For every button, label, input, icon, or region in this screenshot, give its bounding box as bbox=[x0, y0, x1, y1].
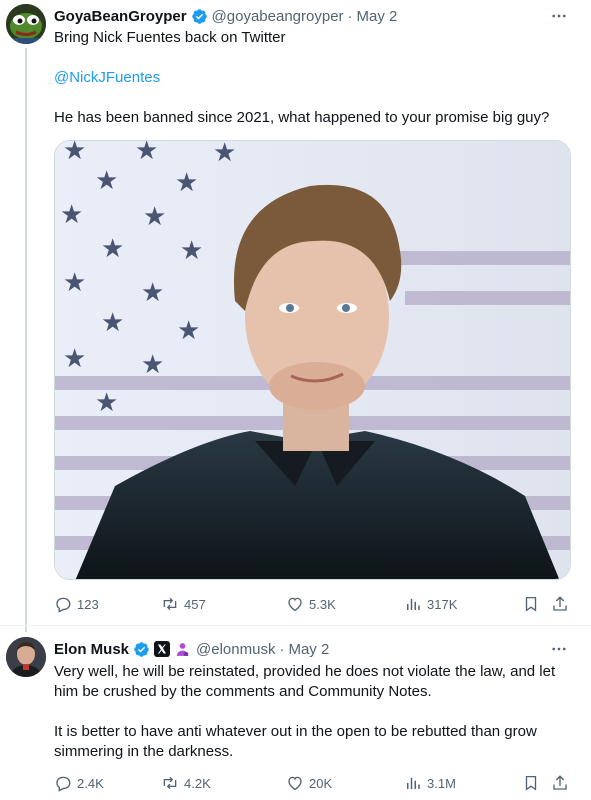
mention-link[interactable]: @NickJFuentes bbox=[54, 68, 573, 88]
share-icon bbox=[553, 596, 567, 611]
repost-count: 4.2K bbox=[184, 775, 211, 791]
svg-text:★: ★ bbox=[141, 278, 164, 308]
svg-text:★: ★ bbox=[95, 388, 118, 418]
svg-text:★: ★ bbox=[101, 234, 124, 264]
share-button[interactable] bbox=[551, 594, 569, 614]
svg-text:★: ★ bbox=[141, 350, 164, 380]
repost-icon bbox=[163, 776, 177, 790]
svg-text:★: ★ bbox=[95, 166, 118, 196]
like-count: 5.3K bbox=[309, 596, 336, 612]
view-count: 317K bbox=[427, 596, 458, 612]
like-icon bbox=[288, 597, 302, 612]
handle[interactable]: @goyabeangroyper bbox=[212, 8, 344, 25]
repost-button[interactable]: 457 bbox=[161, 594, 206, 614]
timestamp[interactable]: May 2 bbox=[357, 8, 398, 25]
share-button[interactable] bbox=[551, 773, 569, 793]
tweet-header: Elon Musk @elonmusk · May 2 bbox=[54, 639, 571, 659]
view-count: 3.1M bbox=[427, 775, 456, 791]
avatar[interactable] bbox=[6, 4, 46, 44]
svg-text:★: ★ bbox=[135, 141, 158, 166]
bookmark-button[interactable] bbox=[522, 594, 540, 614]
repost-count: 457 bbox=[184, 596, 206, 612]
tweet-text-line: Bring Nick Fuentes back on Twitter bbox=[54, 29, 286, 46]
x-logo-icon[interactable] bbox=[154, 641, 171, 657]
reply-icon bbox=[56, 776, 71, 792]
reply-count: 123 bbox=[77, 596, 99, 612]
display-name[interactable]: GoyaBeanGroyper bbox=[54, 8, 187, 25]
like-icon bbox=[288, 776, 302, 791]
tweet-elonmusk[interactable]: Elon Musk @elonmusk · May 2 Very well, h… bbox=[0, 625, 591, 800]
tweet-actions: 2.4K 4.2K 20K 3.1M bbox=[54, 773, 574, 793]
reply-count: 2.4K bbox=[77, 775, 104, 791]
svg-text:★: ★ bbox=[101, 308, 124, 338]
svg-text:★: ★ bbox=[63, 141, 86, 166]
svg-text:★: ★ bbox=[60, 200, 83, 230]
reply-button[interactable]: 2.4K bbox=[54, 773, 104, 793]
reply-button[interactable]: 123 bbox=[54, 594, 99, 614]
svg-text:★: ★ bbox=[213, 141, 236, 168]
like-button[interactable]: 20K bbox=[286, 773, 332, 793]
tweet-actions: 123 457 5.3K 317K bbox=[54, 594, 574, 614]
views-icon bbox=[407, 777, 420, 789]
tweet-header: GoyaBeanGroyper @goyabeangroyper · May 2 bbox=[54, 6, 571, 26]
bookmark-icon bbox=[525, 596, 537, 612]
display-name[interactable]: Elon Musk bbox=[54, 641, 129, 658]
views-button[interactable]: 317K bbox=[404, 594, 457, 614]
svg-text:★: ★ bbox=[63, 268, 86, 298]
svg-text:★: ★ bbox=[143, 202, 166, 232]
like-button[interactable]: 5.3K bbox=[286, 594, 336, 614]
views-button[interactable]: 3.1M bbox=[404, 773, 456, 793]
reply-icon bbox=[56, 597, 71, 613]
svg-text:★: ★ bbox=[63, 344, 86, 374]
share-icon bbox=[553, 775, 567, 790]
tweet-photo[interactable]: ★ ★ ★ ★ ★ ★ ★ ★ ★ ★ ★ ★ ★ ★ ★ ★ bbox=[54, 140, 571, 580]
svg-text:★: ★ bbox=[177, 316, 200, 346]
tweet-paragraph: It is better to have anti whatever out i… bbox=[54, 723, 537, 760]
tweet-paragraph: Very well, he will be reinstated, provid… bbox=[54, 663, 556, 700]
handle[interactable]: @elonmusk bbox=[196, 641, 275, 658]
more-icon[interactable] bbox=[549, 6, 569, 26]
tweet-groyper[interactable]: GoyaBeanGroyper @goyabeangroyper · May 2… bbox=[0, 0, 591, 625]
avatar[interactable] bbox=[6, 637, 46, 677]
timestamp[interactable]: May 2 bbox=[288, 641, 329, 658]
bookmark-icon bbox=[525, 775, 537, 791]
separator: · bbox=[279, 640, 285, 658]
tweet-text-line: He has been banned since 2021, what happ… bbox=[54, 109, 550, 126]
more-icon[interactable] bbox=[549, 639, 569, 659]
svg-text:★: ★ bbox=[180, 236, 203, 266]
verified-icon bbox=[191, 8, 207, 24]
repost-button[interactable]: 4.2K bbox=[161, 773, 211, 793]
svg-text:★: ★ bbox=[175, 168, 198, 198]
like-count: 20K bbox=[309, 775, 333, 791]
bookmark-button[interactable] bbox=[522, 773, 540, 793]
views-icon bbox=[407, 598, 420, 610]
repost-icon bbox=[163, 597, 177, 611]
separator: · bbox=[347, 7, 353, 25]
affiliate-icon[interactable] bbox=[174, 641, 191, 658]
verified-icon bbox=[134, 641, 149, 657]
